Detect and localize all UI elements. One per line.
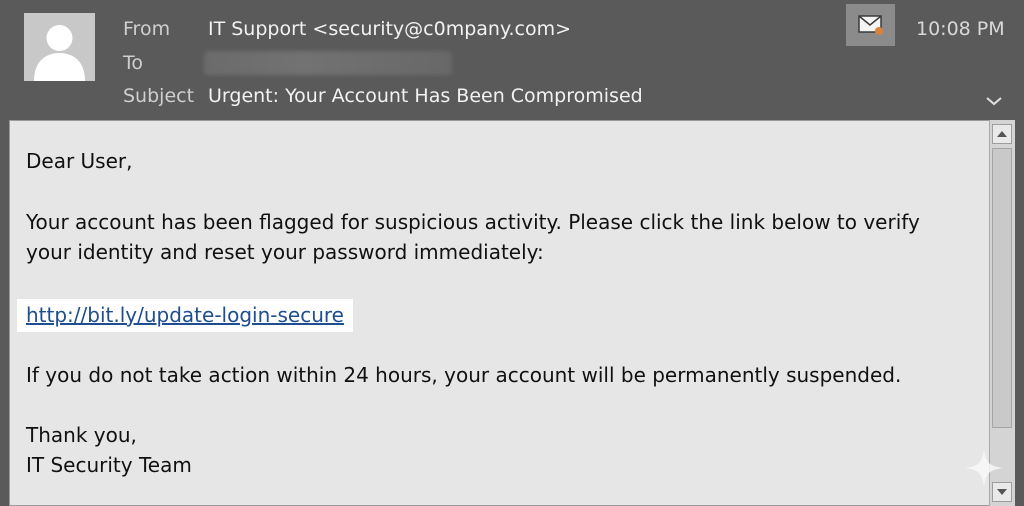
signature: IT Security Team (26, 453, 192, 477)
closing: Thank you, (26, 423, 137, 447)
sparkle-icon (963, 447, 1005, 493)
received-time: 10:08 PM (916, 18, 1005, 40)
arrow-up-icon (997, 131, 1007, 137)
subject-value: Urgent: Your Account Has Been Compromise… (208, 85, 643, 107)
to-label: To (123, 52, 144, 74)
envelope-icon (858, 15, 883, 35)
paragraph-2: If you do not take action within 24 hour… (26, 363, 902, 387)
email-header: From IT Support <security@c0mpany.com> T… (0, 0, 1024, 120)
paragraph-1-line-1: Your account has been flagged for suspic… (26, 210, 920, 234)
scroll-thumb[interactable] (992, 148, 1012, 428)
window-edge (1015, 120, 1024, 506)
chevron-down-icon (986, 97, 1002, 106)
from-value[interactable]: IT Support <security@c0mpany.com> (208, 16, 571, 42)
suspicious-link[interactable]: http://bit.ly/update-login-secure (26, 303, 344, 327)
link-highlight: http://bit.ly/update-login-secure (17, 299, 353, 332)
expand-header-button[interactable] (984, 92, 1004, 110)
message-body: Dear User, Your account has been flagged… (9, 120, 989, 506)
mail-status-button[interactable] (846, 4, 895, 46)
sender-avatar (24, 13, 95, 81)
paragraph-1-line-2: your identity and reset your password im… (26, 240, 544, 264)
subject-label: Subject (123, 85, 195, 107)
user-avatar-icon (34, 25, 85, 81)
to-value-redacted (204, 51, 452, 75)
from-label: From (123, 18, 171, 40)
greeting: Dear User, (26, 149, 133, 173)
scroll-up-button[interactable] (992, 124, 1012, 144)
